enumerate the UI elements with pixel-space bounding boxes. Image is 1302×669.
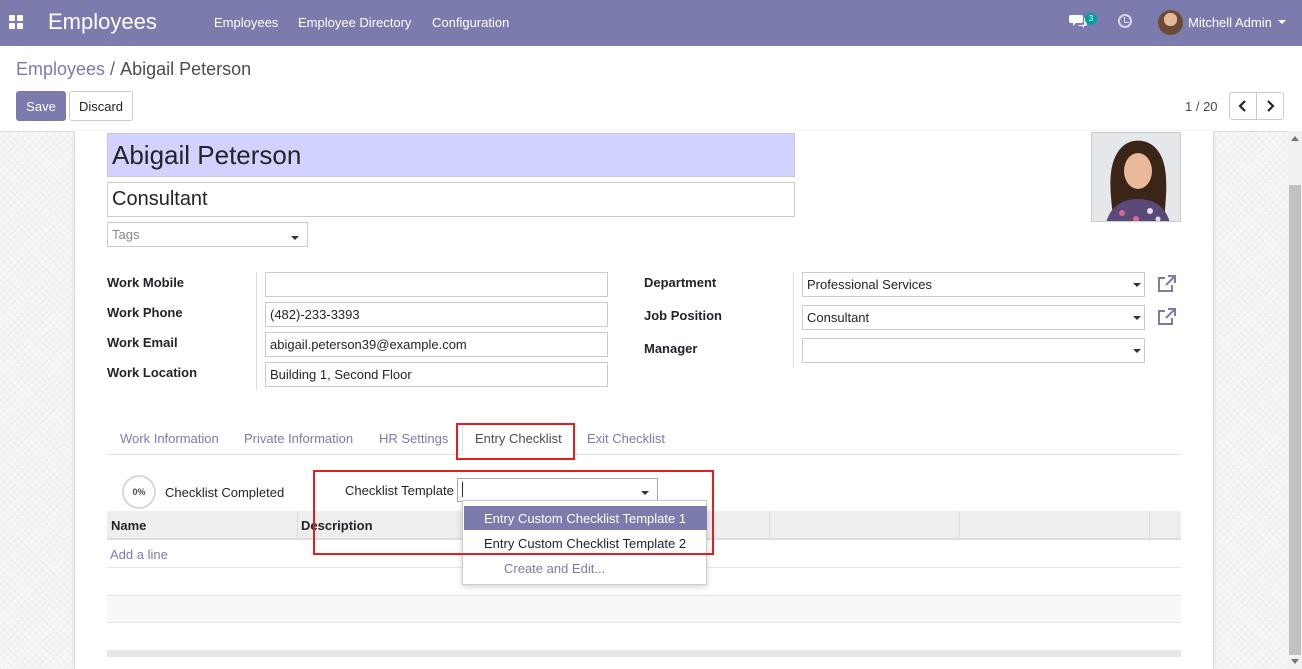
discard-button[interactable]: Discard (69, 91, 133, 121)
work-mobile-label: Work Mobile (107, 275, 185, 290)
user-avatar[interactable] (1158, 10, 1183, 35)
scrollbar-thumb[interactable] (1289, 185, 1301, 655)
employee-portrait-icon (1092, 133, 1180, 221)
work-email-input[interactable]: abigail.peterson39@example.com (265, 332, 608, 357)
column-name-header[interactable]: Name (111, 518, 146, 533)
menu-configuration[interactable]: Configuration (432, 15, 509, 30)
apps-grid-icon[interactable] (9, 15, 23, 29)
column-separator (297, 511, 298, 540)
column-separator (959, 511, 960, 540)
save-button[interactable]: Save (16, 91, 66, 121)
table-row-divider (107, 622, 1181, 623)
job-position-label: Job Position (644, 308, 722, 323)
employee-photo[interactable] (1091, 132, 1181, 222)
work-location-label: Work Location (107, 365, 198, 380)
left-group-divider (256, 272, 257, 390)
manager-select[interactable] (802, 338, 1145, 363)
pager-next-button[interactable] (1256, 92, 1284, 120)
work-mobile-input[interactable] (265, 272, 608, 297)
chevron-left-icon (1238, 100, 1246, 112)
job-position-caret-icon[interactable] (1133, 316, 1141, 320)
table-footer (107, 650, 1181, 657)
checklist-completed-label: Checklist Completed (165, 485, 285, 500)
department-caret-icon[interactable] (1133, 283, 1141, 287)
work-location-input[interactable]: Building 1, Second Floor (265, 362, 608, 387)
tab-private-information[interactable]: Private Information (244, 431, 353, 446)
work-email-label: Work Email (107, 335, 178, 350)
app-title[interactable]: Employees (48, 9, 157, 35)
work-phone-label: Work Phone (107, 305, 183, 320)
work-phone-input[interactable]: (482)-233-3393 (265, 302, 608, 327)
tags-input[interactable]: Tags (107, 222, 308, 247)
scroll-down-arrow-icon[interactable] (1291, 659, 1299, 664)
breadcrumb-parent[interactable]: Employees (16, 59, 105, 79)
department-select[interactable]: Professional Services (802, 272, 1145, 297)
menu-employees[interactable]: Employees (214, 15, 278, 30)
scroll-up-arrow-icon[interactable] (1291, 136, 1299, 141)
activity-clock-icon[interactable] (1118, 14, 1132, 28)
highlight-entry-checklist-tab (456, 423, 575, 460)
column-separator (769, 511, 770, 540)
job-position-select[interactable]: Consultant (802, 305, 1145, 330)
chevron-right-icon (1267, 100, 1275, 112)
chat-icon[interactable] (1069, 13, 1087, 29)
tab-work-information[interactable]: Work Information (120, 431, 219, 446)
user-name[interactable]: Mitchell Admin (1188, 15, 1272, 30)
employee-name-input[interactable]: Abigail Peterson (107, 133, 795, 177)
right-group-divider (793, 272, 794, 368)
manager-label: Manager (644, 341, 698, 356)
department-external-link-icon[interactable] (1156, 275, 1176, 293)
chat-badge: 3 (1085, 13, 1097, 25)
breadcrumb-separator: / (110, 59, 116, 79)
job-title-input[interactable]: Consultant (107, 182, 795, 217)
table-row-divider (107, 595, 1181, 596)
tab-exit-checklist[interactable]: Exit Checklist (587, 431, 665, 446)
create-and-edit-option[interactable]: Create and Edit... (464, 556, 707, 580)
breadcrumb: Employees / Abigail Peterson (16, 59, 251, 80)
pager-previous-button[interactable] (1229, 92, 1257, 120)
top-navbar: Employees Employees Employee Directory C… (0, 0, 1302, 46)
checklist-progress-circle: 0% (122, 475, 156, 509)
breadcrumb-current: Abigail Peterson (120, 59, 252, 79)
tags-placeholder: Tags (112, 227, 140, 242)
tabs-baseline (107, 454, 1181, 455)
menu-employee-directory[interactable]: Employee Directory (298, 15, 411, 30)
highlight-checklist-template (313, 470, 714, 555)
job-position-external-link-icon[interactable] (1156, 308, 1176, 326)
add-a-line-link[interactable]: Add a line (110, 547, 168, 562)
user-menu-caret-icon[interactable] (1278, 20, 1286, 24)
pager-value[interactable]: 1 / 20 (1185, 99, 1218, 114)
department-label: Department (644, 275, 717, 290)
column-separator (1149, 511, 1150, 540)
tab-hr-settings[interactable]: HR Settings (379, 431, 448, 446)
tags-caret-icon[interactable] (291, 236, 299, 240)
table-row (107, 595, 1181, 622)
manager-caret-icon[interactable] (1133, 349, 1141, 353)
